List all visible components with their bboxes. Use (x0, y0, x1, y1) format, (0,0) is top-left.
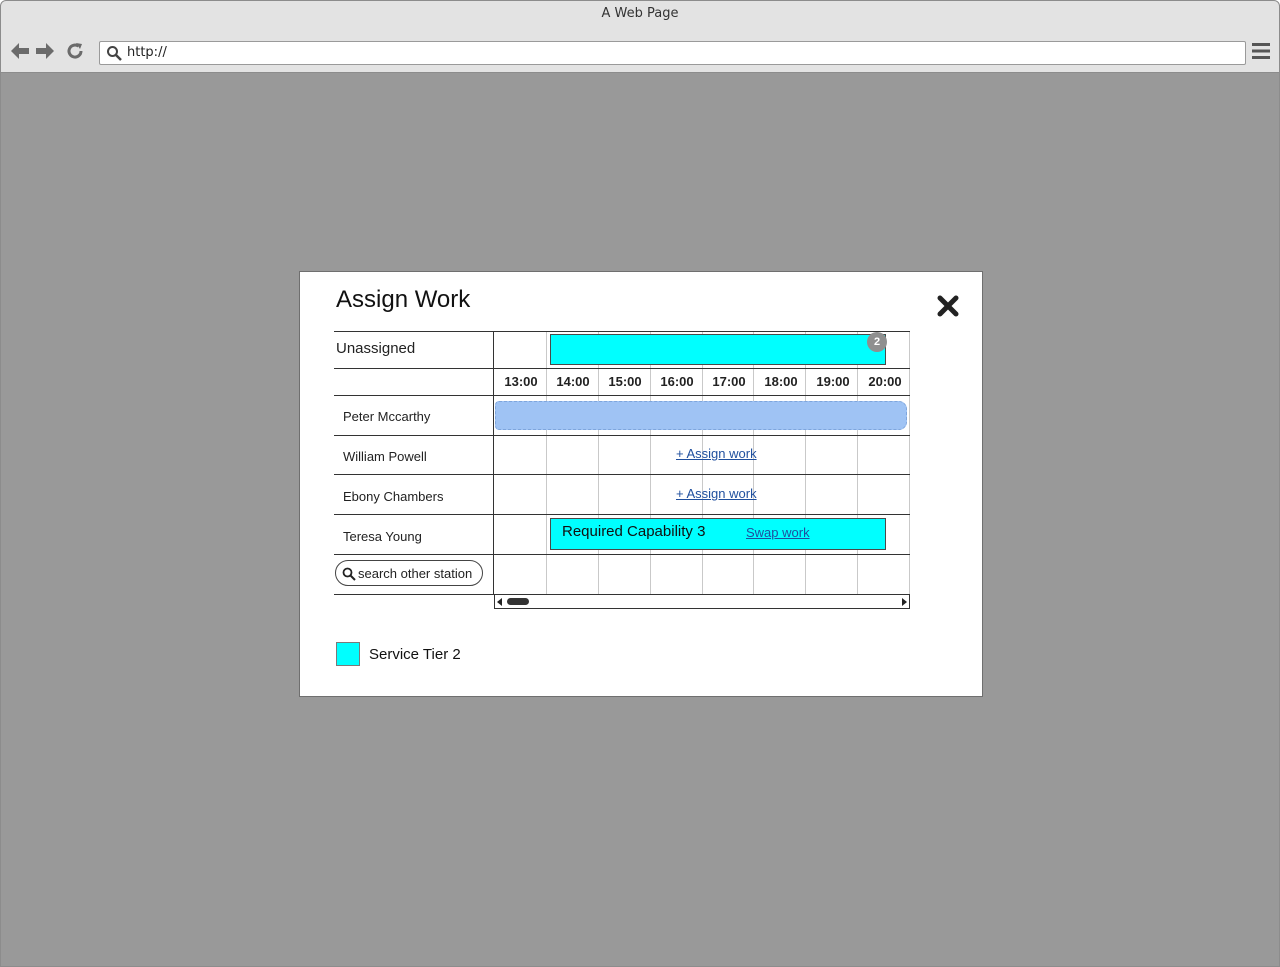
hour-label: 13:00 (504, 374, 538, 389)
browser-window: A Web Page http:// Assign Work Unassigne… (0, 0, 1280, 967)
forward-arrow-icon[interactable] (34, 40, 56, 62)
row-label-cell: William Powell (334, 435, 494, 474)
scroll-right-arrow-icon[interactable] (902, 598, 907, 606)
unassigned-label: Unassigned (336, 340, 416, 357)
modal-title: Assign Work (336, 286, 471, 313)
hour-label: 17:00 (712, 374, 746, 389)
staff-name: Teresa Young (343, 529, 422, 544)
search-station-row: search other station (334, 554, 910, 594)
hour-label: 18:00 (764, 374, 798, 389)
search-icon (342, 567, 356, 581)
swap-work-link[interactable]: Swap work (746, 525, 810, 540)
hour-label: 19:00 (816, 374, 850, 389)
page-overlay: Assign Work Unassigned 2 13:00 14:00 15:… (1, 74, 1279, 966)
legend-label: Service Tier 2 (369, 646, 461, 663)
search-icon (107, 46, 122, 61)
hour-label: 15:00 (608, 374, 642, 389)
row-label-cell: Peter Mccarthy (334, 395, 494, 435)
scroll-left-arrow-icon[interactable] (497, 598, 502, 606)
url-bar[interactable]: http:// (99, 41, 1246, 65)
hamburger-menu-icon[interactable] (1251, 41, 1271, 61)
url-text: http:// (127, 45, 167, 60)
staff-name: Ebony Chambers (343, 489, 444, 504)
staff-row: Peter Mccarthy (334, 395, 910, 435)
staff-row: William Powell + Assign work (334, 435, 910, 474)
hour-label: 14:00 (556, 374, 590, 389)
hour-label: 16:00 (660, 374, 694, 389)
reload-icon[interactable] (64, 40, 86, 62)
browser-toolbar: http:// (1, 29, 1279, 73)
work-capability-label: Required Capability 3 (562, 523, 706, 540)
pending-assignment-bar[interactable] (495, 401, 907, 430)
assign-work-link[interactable]: + Assign work (676, 486, 757, 501)
search-other-station-button[interactable]: search other station (335, 560, 483, 586)
hour-label: 20:00 (868, 374, 902, 389)
row-label-cell (334, 368, 494, 395)
back-arrow-icon[interactable] (9, 40, 31, 62)
unassigned-row: Unassigned 2 (334, 331, 910, 368)
close-icon[interactable] (936, 294, 960, 318)
hours-header-row: 13:00 14:00 15:00 16:00 17:00 18:00 19:0… (334, 368, 910, 395)
staff-row: Teresa Young Required Capability 3 Swap … (334, 514, 910, 554)
window-titlebar: A Web Page (1, 1, 1279, 29)
row-label-cell: Teresa Young (334, 514, 494, 554)
row-label-cell: Unassigned (334, 331, 494, 368)
staff-name: William Powell (343, 449, 427, 464)
scrollbar-thumb[interactable] (507, 598, 529, 605)
row-label-cell: Ebony Chambers (334, 474, 494, 514)
window-title: A Web Page (601, 6, 679, 21)
legend-swatch (336, 642, 360, 666)
search-other-station-label: search other station (358, 566, 473, 581)
assign-work-modal: Assign Work Unassigned 2 13:00 14:00 15:… (299, 271, 983, 697)
staff-name: Peter Mccarthy (343, 409, 431, 424)
unassigned-work-bar[interactable] (550, 334, 886, 365)
unassigned-count-badge: 2 (867, 332, 887, 352)
staff-row: Ebony Chambers + Assign work (334, 474, 910, 514)
timeline-scrollbar[interactable] (494, 594, 910, 609)
assign-work-link[interactable]: + Assign work (676, 446, 757, 461)
